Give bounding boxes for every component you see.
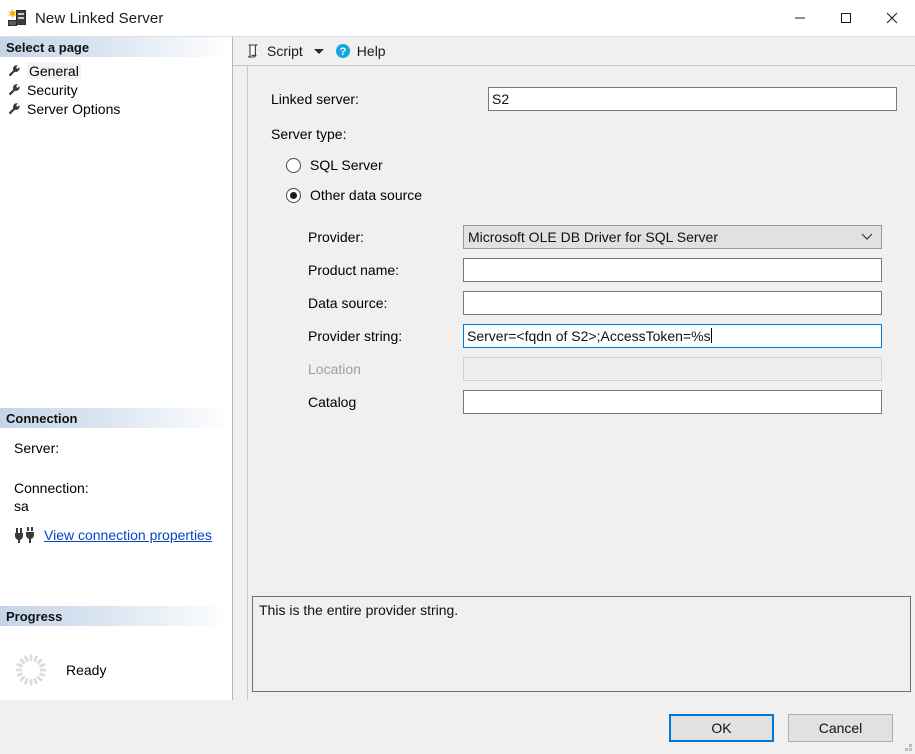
sidebar-item-general[interactable]: General [6, 61, 232, 80]
sidebar-item-security[interactable]: Security [6, 80, 232, 99]
provider-label: Provider: [308, 228, 365, 245]
radio-sql-server[interactable]: SQL Server [266, 150, 897, 180]
data-source-input[interactable] [463, 290, 882, 315]
select-a-page-header: Select a page [0, 37, 232, 57]
connection-user-value: sa [14, 498, 29, 514]
svg-text:?: ? [339, 46, 346, 58]
product-name-row: Product name: [266, 253, 897, 286]
minimize-icon [795, 17, 805, 19]
sidebar-item-label: Server Options [27, 100, 121, 117]
close-icon [886, 12, 898, 24]
new-linked-server-dialog: New Linked Server Select a page General … [0, 0, 915, 754]
connection-user-label: Connection: [14, 480, 89, 496]
maximize-button[interactable] [823, 0, 869, 36]
product-name-label: Product name: [308, 261, 400, 278]
provider-string-row: Provider string: Server=<fqdn of S2>;Acc… [266, 319, 897, 352]
help-button-label: Help [356, 43, 386, 59]
maximize-icon [841, 13, 851, 23]
dialog-footer: OK Cancel [0, 700, 915, 754]
window-controls [777, 0, 915, 36]
provider-combobox[interactable]: Microsoft OLE DB Driver for SQL Server [463, 224, 882, 249]
text-caret [710, 328, 712, 343]
location-input [463, 356, 882, 381]
wrench-icon [7, 83, 21, 97]
script-button-label: Script [267, 43, 303, 59]
help-circle-icon: ? [335, 43, 351, 59]
chevron-down-icon[interactable] [853, 226, 881, 248]
left-pane-spacer [0, 118, 232, 408]
dialog-toolbar: Script ? Help [233, 37, 915, 66]
minimize-button[interactable] [777, 0, 823, 36]
spinner-icon [14, 653, 48, 687]
linked-server-row: Linked server: S2 [266, 84, 897, 114]
ok-button[interactable]: OK [669, 713, 774, 742]
right-pane: Script ? Help Linked server: S2 Server t… [233, 36, 915, 700]
server-type-row: Server type: [266, 118, 897, 150]
radio-other-data-source-indicator [286, 187, 301, 203]
radio-other-data-source-label: Other data source [310, 187, 423, 203]
wrench-icon [7, 64, 21, 78]
provider-string-value: Server=<fqdn of S2>;AccessToken=%s [467, 327, 711, 344]
other-data-source-fields: Provider: Microsoft OLE DB Driver for SQ… [266, 220, 897, 418]
server-type-label: Server type: [271, 126, 347, 142]
script-button[interactable]: Script [243, 39, 305, 63]
title-bar: New Linked Server [0, 0, 915, 36]
field-description-panel: This is the entire provider string. [252, 596, 911, 692]
progress-header: Progress [0, 606, 232, 626]
catalog-label: Catalog [308, 393, 357, 410]
connection-server-label: Server: [14, 440, 60, 456]
product-name-input[interactable] [463, 257, 882, 282]
close-button[interactable] [869, 0, 915, 36]
progress-status: Ready [66, 662, 107, 678]
connection-server-value [14, 458, 232, 480]
location-row: Location [266, 352, 897, 385]
linked-server-label: Linked server: [271, 91, 359, 107]
resize-grip[interactable] [900, 739, 912, 751]
sidebar-item-label: Security [27, 81, 78, 98]
provider-string-label: Provider string: [308, 327, 403, 344]
connection-plug-icon [14, 526, 36, 544]
catalog-row: Catalog [266, 385, 897, 418]
connection-filler [0, 544, 232, 606]
radio-sql-server-label: SQL Server [310, 157, 383, 173]
sidebar-item-server-options[interactable]: Server Options [6, 99, 232, 118]
location-label: Location [308, 360, 361, 377]
view-connection-properties-row[interactable]: View connection properties [14, 526, 232, 544]
data-source-label: Data source: [308, 294, 388, 311]
script-icon [245, 43, 261, 59]
general-page-form: Linked server: S2 Server type: SQL Serve… [247, 66, 915, 700]
new-linked-server-icon [8, 9, 26, 27]
connection-header: Connection [0, 408, 232, 428]
provider-string-input[interactable]: Server=<fqdn of S2>;AccessToken=%s [463, 323, 882, 348]
provider-combobox-value: Microsoft OLE DB Driver for SQL Server [468, 228, 718, 245]
view-connection-properties-link[interactable]: View connection properties [44, 527, 212, 543]
chevron-down-icon[interactable] [313, 48, 324, 54]
window-title: New Linked Server [35, 9, 164, 27]
provider-row: Provider: Microsoft OLE DB Driver for SQ… [266, 220, 897, 253]
catalog-input[interactable] [463, 389, 882, 414]
help-button[interactable]: ? Help [333, 39, 388, 63]
radio-sql-server-indicator [286, 157, 301, 173]
wrench-icon [7, 102, 21, 116]
connection-section: Connection Server: Connection: sa View c… [0, 408, 232, 606]
sidebar-item-label: General [27, 62, 81, 79]
data-source-row: Data source: [266, 286, 897, 319]
radio-other-data-source[interactable]: Other data source [266, 180, 897, 210]
left-pane: Select a page General Security Server Op… [0, 36, 233, 700]
linked-server-input[interactable]: S2 [488, 87, 897, 111]
page-list: General Security Server Options [0, 57, 232, 118]
progress-section: Progress Ready [0, 606, 232, 700]
cancel-button[interactable]: Cancel [788, 713, 893, 742]
